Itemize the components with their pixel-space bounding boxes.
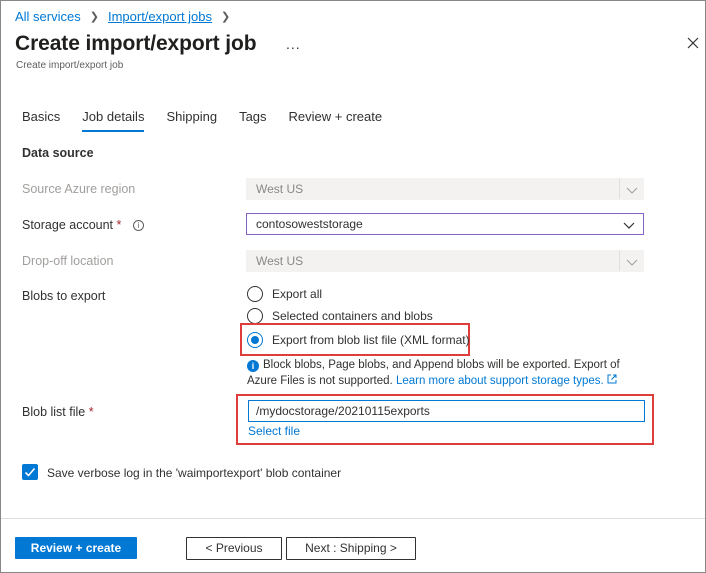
storage-account-select[interactable]: contosoweststorage xyxy=(246,213,644,235)
review-create-button[interactable]: Review + create xyxy=(15,537,137,559)
radio-button[interactable] xyxy=(247,286,263,302)
blob-list-file-input[interactable]: /mydocstorage/20210115exports xyxy=(248,400,645,422)
radio-button-checked[interactable] xyxy=(247,332,263,348)
source-region-select: West US xyxy=(246,178,644,200)
more-options-icon[interactable]: ... xyxy=(286,36,301,52)
previous-button[interactable]: < Previous xyxy=(186,537,282,560)
learn-more-link[interactable]: Learn more about support storage types. xyxy=(396,375,604,387)
info-icon[interactable]: i xyxy=(132,220,144,231)
radio-export-blob-list[interactable]: Export from blob list file (XML format) xyxy=(247,332,470,348)
blobs-to-export-label: Blobs to export xyxy=(22,289,106,303)
required-marker: * xyxy=(88,405,94,419)
radio-export-all[interactable]: Export all xyxy=(247,286,322,302)
info-icon: i xyxy=(247,360,259,372)
select-file-link[interactable]: Select file xyxy=(248,424,300,438)
blob-list-file-label: Blob list file * xyxy=(22,405,94,419)
radio-label: Selected containers and blobs xyxy=(272,309,433,323)
external-link-icon xyxy=(607,374,617,384)
chevron-down-icon xyxy=(623,219,635,229)
source-region-label: Source Azure region xyxy=(22,182,136,196)
chevron-right-icon: ❯ xyxy=(221,11,231,23)
breadcrumb-import-export-jobs[interactable]: Import/export jobs xyxy=(108,9,212,24)
chevron-down-icon xyxy=(619,179,643,199)
tab-shipping[interactable]: Shipping xyxy=(166,109,217,132)
tab-basics[interactable]: Basics xyxy=(22,109,60,132)
tab-tags[interactable]: Tags xyxy=(239,109,266,132)
section-title-data-source: Data source xyxy=(22,146,94,160)
dropoff-location-value: West US xyxy=(256,254,304,268)
page-title: Create import/export job xyxy=(15,32,257,55)
storage-account-value: contosoweststorage xyxy=(256,217,363,231)
dropoff-location-label: Drop-off location xyxy=(22,254,114,268)
breadcrumb: All services ❯ Import/export jobs ❯ xyxy=(15,9,239,24)
verbose-log-checkbox[interactable] xyxy=(22,464,38,480)
close-icon[interactable] xyxy=(686,36,700,50)
radio-selected-containers[interactable]: Selected containers and blobs xyxy=(247,308,433,324)
radio-label: Export all xyxy=(272,287,323,301)
blade-frame xyxy=(0,0,706,573)
tab-job-details[interactable]: Job details xyxy=(82,109,145,132)
checkmark-icon xyxy=(24,467,36,477)
breadcrumb-all-services[interactable]: All services xyxy=(15,9,81,24)
next-shipping-button[interactable]: Next : Shipping > xyxy=(286,537,416,560)
chevron-down-icon xyxy=(619,251,643,271)
chevron-right-icon: ❯ xyxy=(89,11,99,23)
info-note: i Block blobs, Page blobs, and Append blo… xyxy=(247,357,647,389)
source-region-value: West US xyxy=(256,182,304,196)
storage-account-label: Storage account * i xyxy=(22,218,144,232)
tab-review-create[interactable]: Review + create xyxy=(289,109,383,132)
page-subtitle: Create import/export job xyxy=(16,60,124,71)
blob-list-file-value: /mydocstorage/20210115exports xyxy=(256,404,430,418)
required-marker: * xyxy=(116,218,122,232)
radio-button[interactable] xyxy=(247,308,263,324)
radio-label: Export from blob list file (XML format) xyxy=(272,333,470,347)
footer-divider xyxy=(1,518,705,519)
tab-bar: Basics Job details Shipping Tags Review … xyxy=(22,109,404,132)
verbose-log-label: Save verbose log in the 'waimportexport'… xyxy=(47,466,342,480)
dropoff-location-select: West US xyxy=(246,250,644,272)
